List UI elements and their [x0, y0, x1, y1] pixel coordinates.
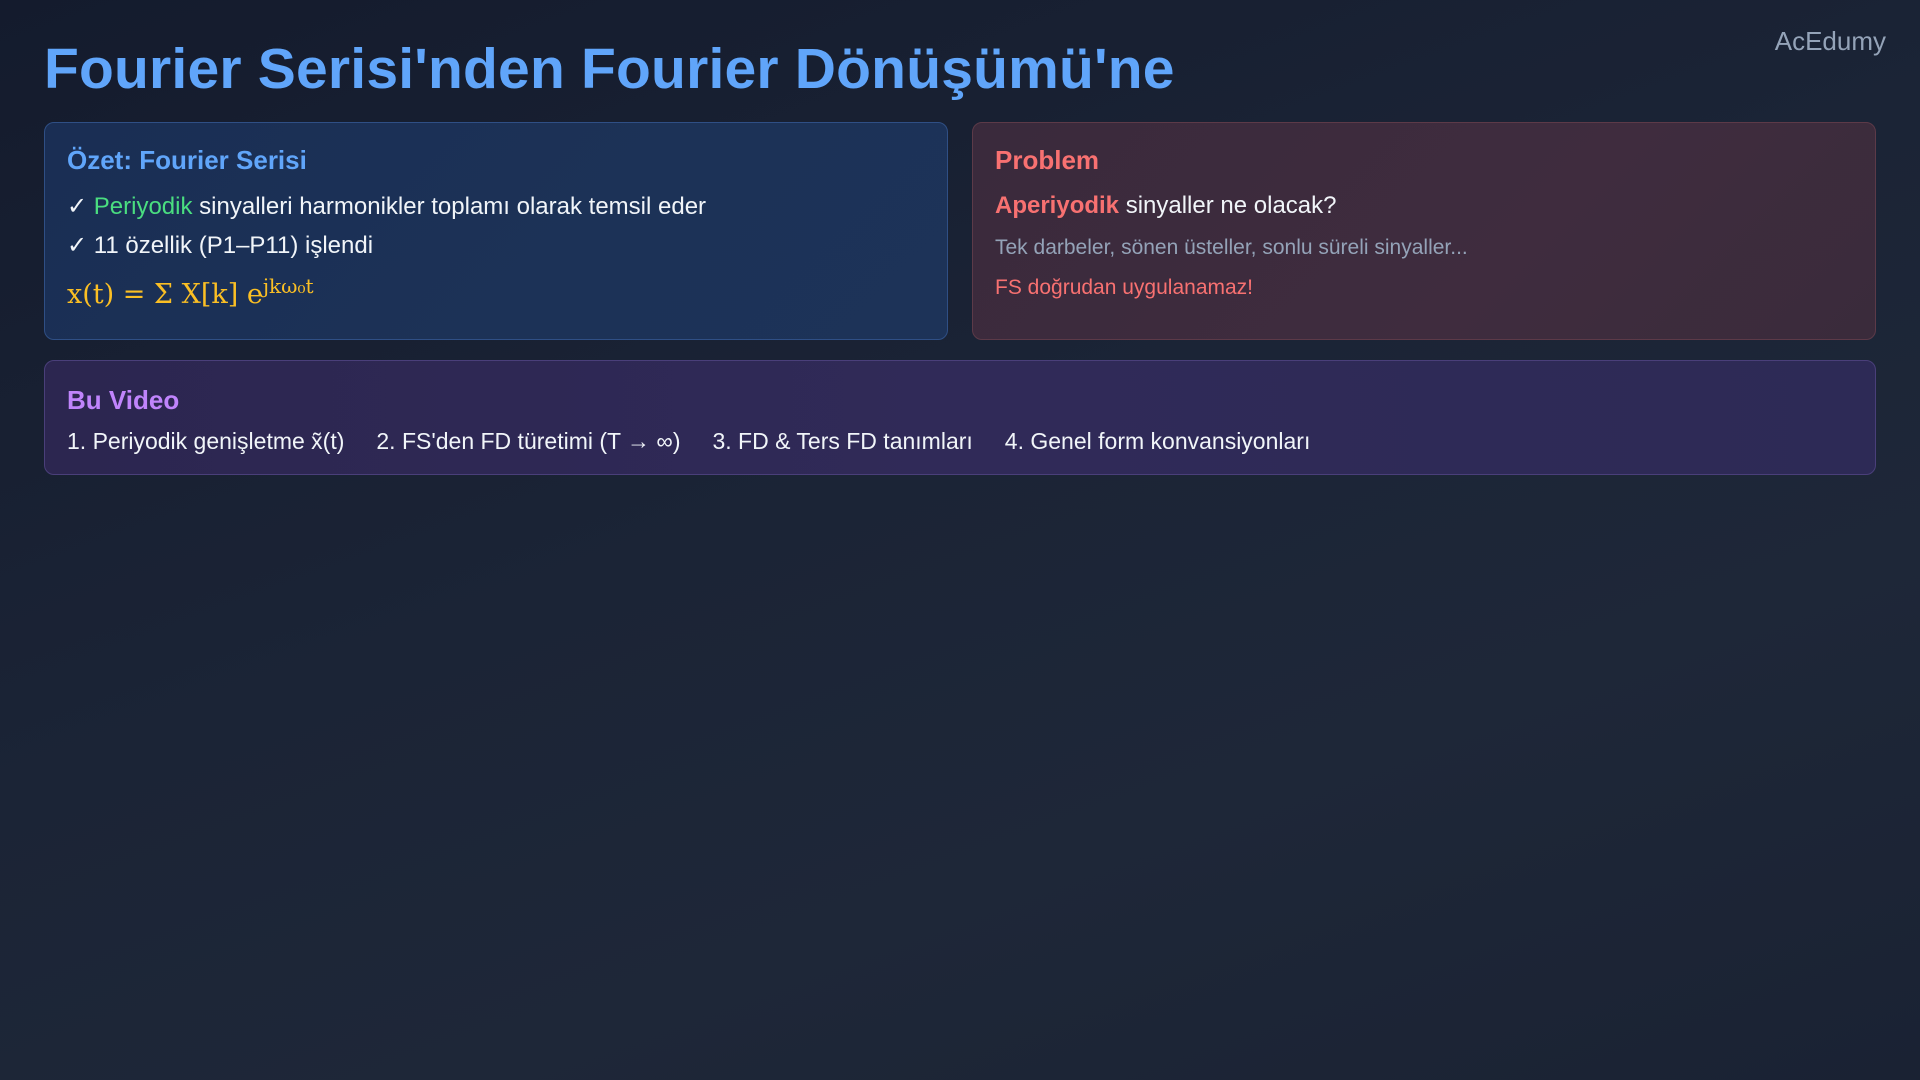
slide-title: Fourier Serisi'nden Fourier Dönüşümü'ne	[44, 37, 1175, 101]
summary-item-periodic: ✓ Periyodik sinyalleri harmonikler topla…	[67, 192, 925, 221]
aperiodic-highlight: Aperiyodik	[995, 192, 1120, 219]
problem-card-title: Problem	[995, 145, 1100, 175]
problem-question-text: sinyaller ne olacak?	[1119, 192, 1337, 219]
problem-warning: FS doğrudan uygulanamaz!	[995, 276, 1253, 299]
fourier-series-formula: x(t) = Σ X[k] ejkω₀t	[67, 274, 925, 310]
problem-examples: Tek darbeler, sönen üsteller, sonlu süre…	[995, 236, 1468, 259]
periodic-highlight: Periyodik	[93, 193, 193, 220]
outline-item: 3. FD & Ters FD tanımları	[712, 428, 973, 454]
problem-card: Problem Aperiyodik sinyaller ne olacak? …	[972, 122, 1876, 340]
video-outline-list: 1. Periyodik genişletme x̃(t) 2. FS'den …	[67, 428, 1853, 455]
video-card-title: Bu Video	[67, 385, 180, 415]
check-icon: ✓	[67, 232, 88, 259]
outline-item: 2. FS'den FD türetimi (T → ∞)	[376, 428, 681, 454]
summary-card: Özet: Fourier Serisi ✓ Periyodik sinyall…	[44, 122, 948, 340]
summary-item-text: sinyalleri harmonikler toplamı olarak te…	[192, 193, 707, 220]
outline-item: 1. Periyodik genişletme x̃(t)	[67, 428, 345, 454]
formula-exponent: jkω₀t	[262, 274, 314, 298]
video-outline-card: Bu Video 1. Periyodik genişletme x̃(t) 2…	[44, 360, 1876, 475]
brand-logo-text: AcEdumy	[1774, 26, 1886, 56]
summary-item-text: 11 özellik (P1–P11) işlendi	[93, 232, 374, 259]
formula-main: x(t) = Σ X[k] e	[67, 279, 263, 310]
summary-item-properties: ✓ 11 özellik (P1–P11) işlendi	[67, 231, 925, 260]
outline-item: 4. Genel form konvansiyonları	[1004, 428, 1311, 454]
check-icon: ✓	[67, 193, 88, 220]
problem-question: Aperiyodik sinyaller ne olacak?	[995, 192, 1853, 220]
summary-card-title: Özet: Fourier Serisi	[67, 145, 307, 175]
